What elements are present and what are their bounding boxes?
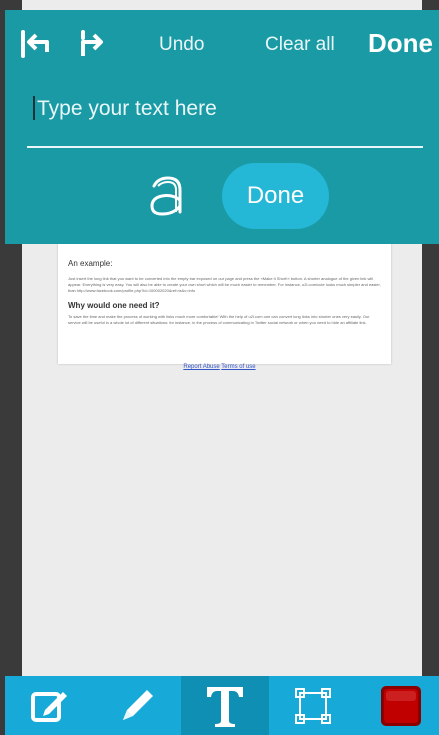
font-a-icon[interactable] bbox=[142, 170, 192, 222]
color-swatch-icon[interactable] bbox=[357, 676, 439, 735]
done-button[interactable]: Done bbox=[368, 28, 433, 59]
terms-of-use-link[interactable]: Terms of use bbox=[221, 364, 255, 370]
document-paragraph-why: To save the time and make the process of… bbox=[68, 314, 370, 326]
redo-arrow-icon[interactable] bbox=[75, 26, 111, 62]
pencil-icon[interactable] bbox=[93, 676, 181, 735]
document-paragraph-example: Just insert the long link that you want … bbox=[68, 276, 381, 293]
text-tool-icon[interactable] bbox=[181, 676, 269, 735]
text-toolbar: Undo Clear all Done Type your text here … bbox=[5, 10, 439, 244]
document-footer: Report Abuse Terms of use bbox=[0, 364, 439, 370]
input-underline bbox=[27, 146, 423, 148]
document-heading-why: Why would one need it? bbox=[68, 301, 160, 311]
clear-all-button[interactable]: Clear all bbox=[265, 34, 335, 56]
document-preview: http://u2l.com/com An example: Just inse… bbox=[58, 232, 391, 364]
report-abuse-link[interactable]: Report Abuse bbox=[183, 364, 219, 370]
text-input-placeholder: Type your text here bbox=[37, 97, 217, 120]
text-caret bbox=[33, 96, 35, 120]
edit-icon[interactable] bbox=[5, 676, 93, 735]
done-pill-button[interactable]: Done bbox=[222, 163, 329, 229]
bottom-toolbar bbox=[5, 676, 439, 735]
crop-icon[interactable] bbox=[269, 676, 357, 735]
document-heading-example: An example: bbox=[68, 259, 113, 268]
undo-button[interactable]: Undo bbox=[159, 34, 204, 56]
undo-arrow-icon[interactable] bbox=[17, 26, 53, 62]
text-input[interactable]: Type your text here bbox=[33, 96, 423, 146]
